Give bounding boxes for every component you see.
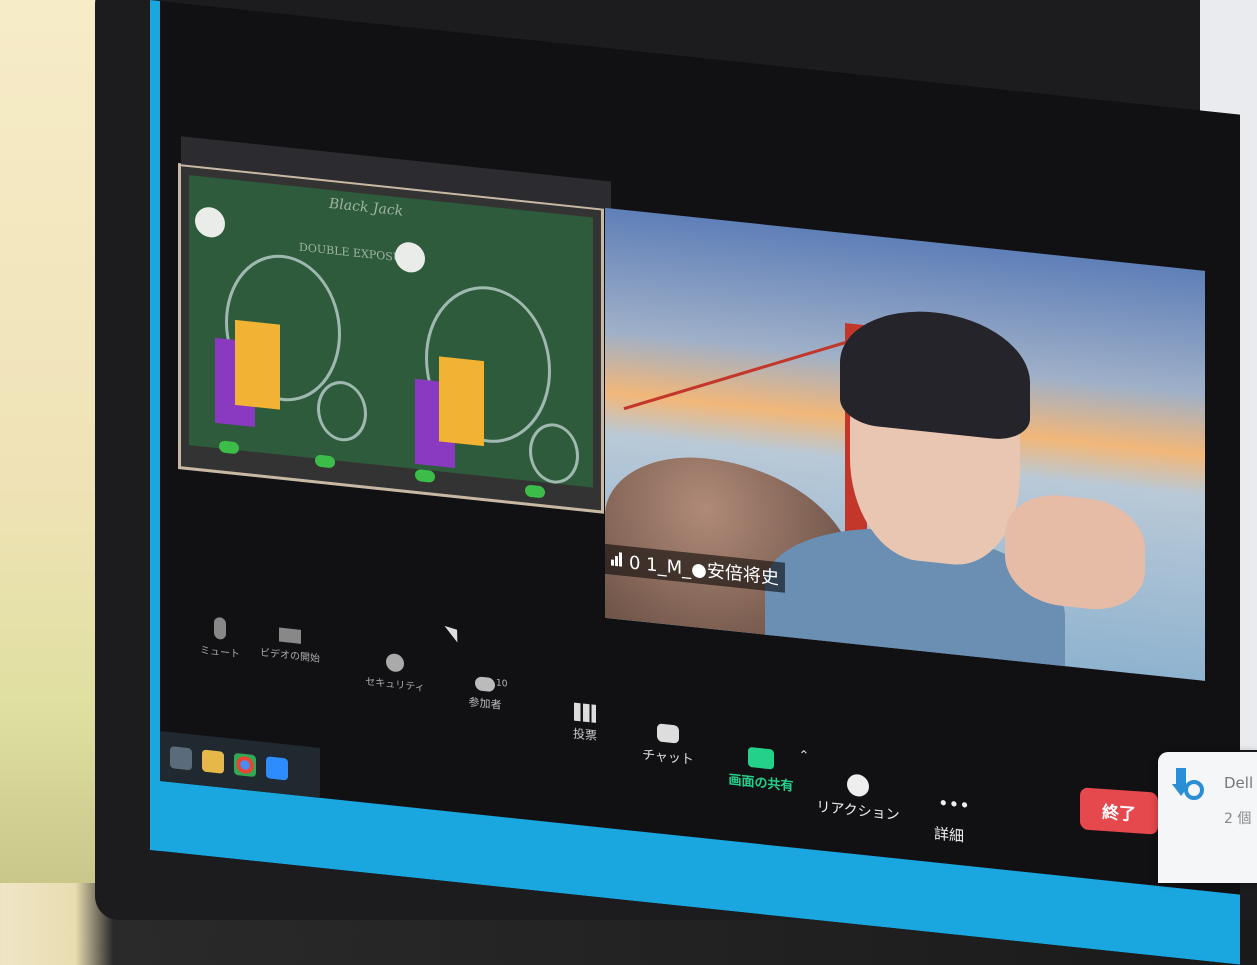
chip-right [395,240,425,274]
blackjack-table: Black Jack DOUBLE EXPOSURE [189,175,593,499]
chat-button[interactable]: チャット [638,721,698,768]
security-label: セキュリティ [365,676,425,694]
security-button[interactable]: セキュリティ [360,650,430,694]
participants-button[interactable]: 参加者 10 [450,674,520,715]
end-meeting-button[interactable]: 終了 [1080,787,1158,835]
laptop-screen: Black Jack DOUBLE EXPOSURE 0 1_M_●安倍将史 ミ… [150,0,1240,965]
signal-icon [611,549,623,571]
reactions-button[interactable]: リアクション [816,770,900,825]
system-notification[interactable]: Dell 2 個 [1158,752,1257,883]
notification-title: Dell [1224,774,1254,792]
more-label: 詳細 [933,824,964,846]
microphone-icon [214,616,226,640]
chat-label: チャット [642,747,694,769]
more-button[interactable]: ••• 詳細 [924,792,974,847]
bar-chart-icon [574,702,596,723]
share-screen-button[interactable]: 画面の共有 [718,744,804,796]
mute-label: ミュート [200,645,240,661]
notification-body: 2 個 [1224,811,1252,827]
more-dots-icon: ••• [938,792,970,818]
video-label: ビデオの開始 [260,647,320,665]
person-hair [840,302,1030,443]
dealer-small-circle [317,378,367,444]
table-button-1[interactable] [219,440,239,455]
player-card [439,356,484,447]
polls-button[interactable]: 投票 [560,701,610,745]
participants-count: 10 [496,678,508,690]
smiley-icon [847,773,869,798]
participants-icon [475,676,495,693]
table-button-4[interactable] [525,484,545,499]
player-small-circle [529,420,579,487]
download-gear-icon [1172,768,1204,800]
start-icon[interactable] [170,746,192,771]
chat-bubble-icon [657,723,679,744]
table-button-3[interactable] [415,468,435,483]
game-title: Black Jack [329,195,404,220]
folder-icon[interactable] [202,749,224,774]
participants-label: 参加者 [468,695,502,712]
chrome-icon[interactable] [234,752,256,778]
end-label: 終了 [1102,802,1136,825]
shared-screen-tile[interactable]: Black Jack DOUBLE EXPOSURE [178,136,611,514]
zoom-app-icon[interactable] [266,756,288,781]
mute-button[interactable]: ミュート [190,614,250,661]
background-wall [0,0,110,883]
chip-left [195,205,225,239]
video-camera-icon [279,627,301,644]
video-button[interactable]: ビデオの開始 [250,625,330,666]
polls-label: 投票 [572,726,597,743]
shield-icon [386,652,404,673]
share-options-caret[interactable]: ⌃ [796,748,812,765]
table-button-2[interactable] [315,454,335,469]
participant-video[interactable]: 0 1_M_●安倍将史 [605,207,1205,681]
share-label: 画面の共有 [728,772,794,795]
dealer-card [235,319,280,410]
reactions-label: リアクション [816,799,900,824]
bridge-cable [623,335,866,411]
share-arrow-icon [748,746,774,770]
